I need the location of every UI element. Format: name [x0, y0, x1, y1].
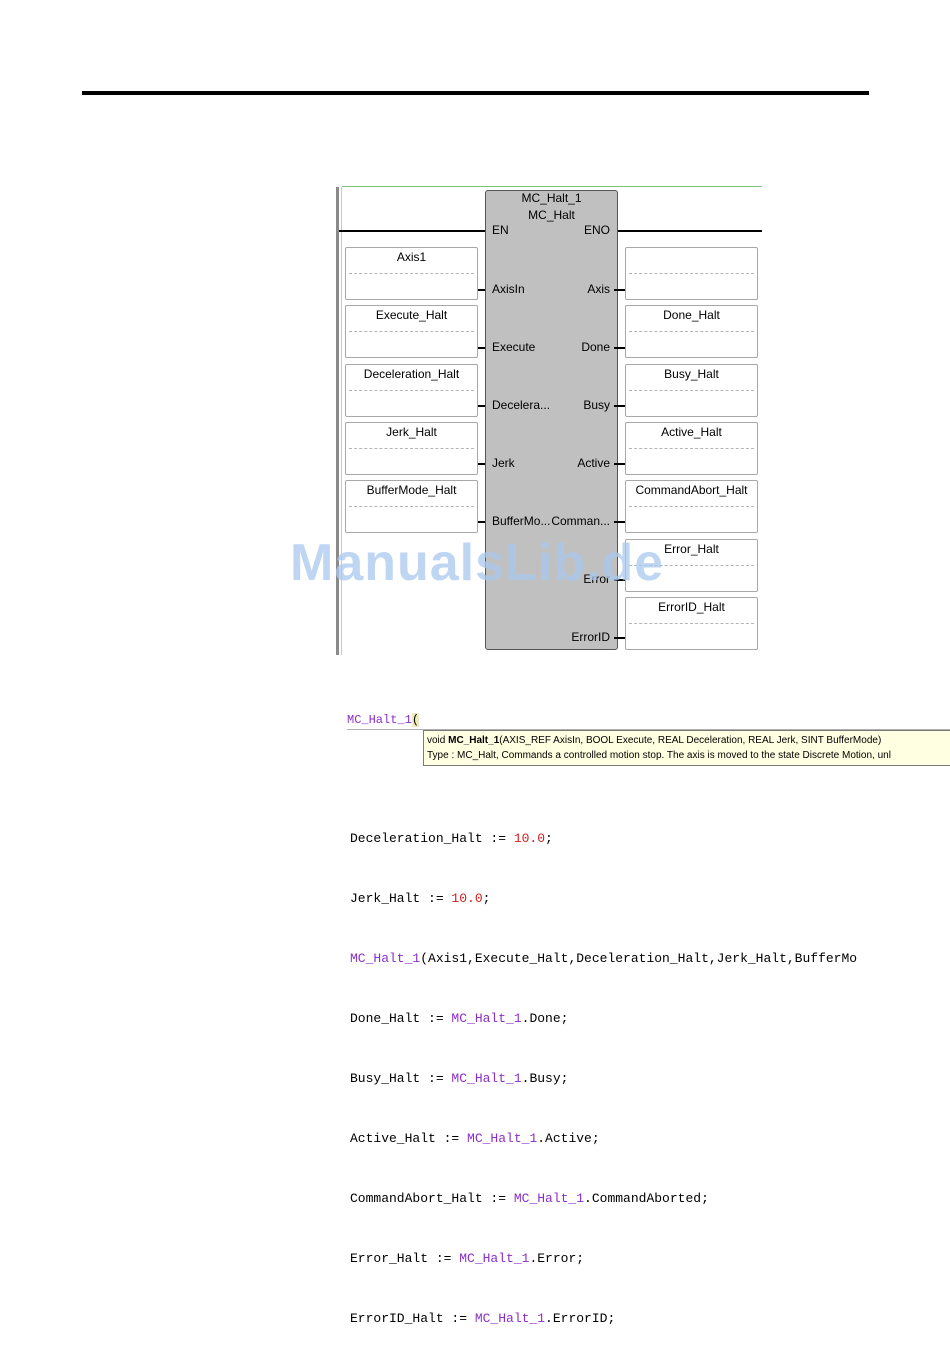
pin-stub: [478, 289, 485, 291]
code-line: Jerk_Halt := 10.0;: [350, 891, 491, 906]
pin-jerk: Jerk: [492, 456, 515, 470]
typed-instance-name: MC_Halt_1: [347, 713, 412, 727]
input-var-execute: Execute_Halt: [375, 308, 448, 322]
code-line: Busy_Halt := MC_Halt_1.Busy;: [350, 1071, 569, 1086]
code-line: MC_Halt_1(Axis1,Execute_Halt,Deceleratio…: [350, 951, 858, 966]
pin-axisin: AxisIn: [492, 282, 525, 296]
pin-buffermode: BufferMo...: [492, 514, 551, 528]
rung-left-wire: [339, 230, 485, 232]
page-header-rule: [82, 91, 869, 95]
pin-stub: [614, 289, 625, 291]
pin-stub: [614, 463, 625, 465]
input-var-box[interactable]: Execute_Halt: [345, 305, 478, 358]
tooltip-signature-line: void MC_Halt_1(AXIS_REF AxisIn, BOOL Exe…: [427, 735, 882, 746]
output-var-axis: [626, 250, 757, 264]
pin-stub: [478, 405, 485, 407]
pin-stub: [614, 637, 625, 639]
block-type-name: MC_Halt: [528, 208, 575, 222]
watermark: ManualsLib.de: [290, 534, 665, 592]
output-var-commandabort: CommandAbort_Halt: [635, 483, 748, 497]
pin-stub: [614, 347, 625, 349]
output-var-box[interactable]: ErrorID_Halt: [625, 597, 758, 650]
output-var-box[interactable]: Busy_Halt: [625, 364, 758, 417]
input-var-box[interactable]: BufferMode_Halt: [345, 480, 478, 533]
code-line: Active_Halt := MC_Halt_1.Active;: [350, 1131, 600, 1146]
tooltip-description-line: Type : MC_Halt, Commands a controlled mo…: [427, 750, 891, 761]
code-line: Error_Halt := MC_Halt_1.Error;: [350, 1251, 585, 1266]
pin-stub: [478, 463, 485, 465]
pin-done: Done: [581, 340, 610, 354]
output-var-done: Done_Halt: [663, 308, 720, 322]
code-editor-input-line[interactable]: MC_Halt_1(: [347, 713, 420, 727]
input-var-box[interactable]: Deceleration_Halt: [345, 364, 478, 417]
output-var-errorid: ErrorID_Halt: [658, 600, 725, 614]
input-var-buffermode: BufferMode_Halt: [366, 483, 457, 497]
code-line: ErrorID_Halt := MC_Halt_1.ErrorID;: [350, 1311, 616, 1326]
pin-eno: ENO: [583, 223, 610, 237]
rung-right-wire: [618, 230, 762, 232]
input-var-box[interactable]: Jerk_Halt: [345, 422, 478, 475]
code-line: Deceleration_Halt := 10.0;: [350, 831, 553, 846]
output-var-active: Active_Halt: [661, 425, 722, 439]
output-var-box[interactable]: [625, 247, 758, 300]
pin-en: EN: [492, 223, 509, 237]
pin-stub: [614, 521, 625, 523]
pin-stub: [478, 521, 485, 523]
structured-text-code[interactable]: Deceleration_Halt := 10.0; Jerk_Halt := …: [350, 789, 857, 1349]
pin-commandaborted: Comman...: [551, 514, 610, 528]
output-var-box[interactable]: Done_Halt: [625, 305, 758, 358]
pin-execute: Execute: [492, 340, 536, 354]
pin-errorid: ErrorID: [571, 630, 610, 644]
input-var-axis: Axis1: [396, 250, 427, 264]
typed-open-paren: (: [411, 713, 420, 727]
output-var-box[interactable]: Active_Halt: [625, 422, 758, 475]
block-instance-name: MC_Halt_1: [521, 191, 582, 205]
code-line: CommandAbort_Halt := MC_Halt_1.CommandAb…: [350, 1191, 709, 1206]
rung-top-border: [342, 186, 762, 187]
pin-stub: [478, 347, 485, 349]
pin-stub: [614, 405, 625, 407]
input-var-deceleration: Deceleration_Halt: [363, 367, 460, 381]
signature-tooltip: void MC_Halt_1(AXIS_REF AxisIn, BOOL Exe…: [423, 730, 950, 766]
input-var-jerk: Jerk_Halt: [386, 425, 437, 439]
input-var-box[interactable]: Axis1: [345, 247, 478, 300]
pin-deceleration: Decelera...: [492, 398, 551, 412]
code-line: Done_Halt := MC_Halt_1.Done;: [350, 1011, 569, 1026]
output-var-box[interactable]: CommandAbort_Halt: [625, 480, 758, 533]
pin-axis: Axis: [587, 282, 610, 296]
tooltip-function-name: MC_Halt_1: [448, 735, 500, 746]
output-var-busy: Busy_Halt: [664, 367, 719, 381]
pin-active: Active: [577, 456, 610, 470]
pin-busy: Busy: [583, 398, 610, 412]
